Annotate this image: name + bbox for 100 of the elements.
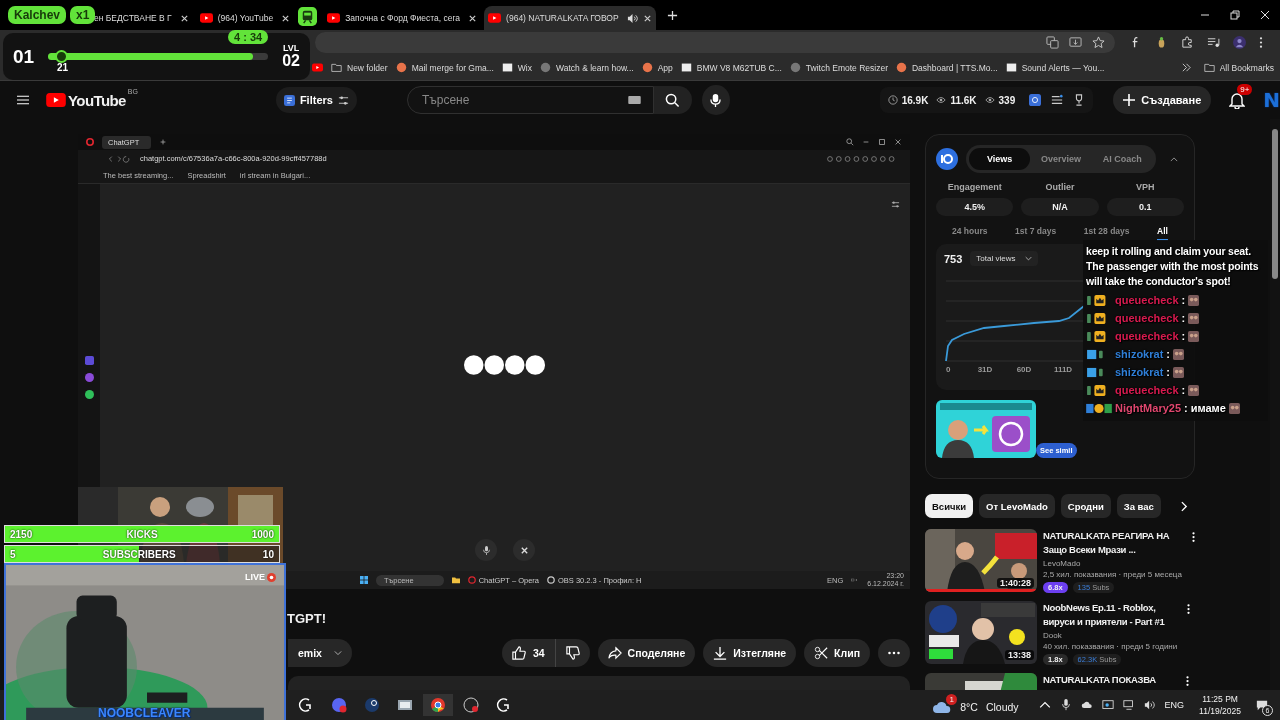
close-icon[interactable] — [642, 13, 652, 23]
monitor-icon[interactable] — [1101, 699, 1114, 711]
menu-icon[interactable] — [1259, 36, 1263, 49]
channel-name[interactable]: LevoMado — [1043, 559, 1182, 568]
voice-search-button[interactable] — [702, 85, 730, 115]
keyboard-icon[interactable] — [627, 96, 641, 104]
restore-icon[interactable] — [878, 138, 886, 146]
like-button[interactable]: 34 — [501, 639, 555, 667]
panel-tab[interactable]: Views — [969, 148, 1031, 170]
filter-chip[interactable]: Сродни — [1060, 494, 1111, 518]
panel-tab[interactable]: AI Coach — [1091, 148, 1153, 170]
bookmark-item[interactable]: Twitch Emote Resizer — [789, 62, 888, 73]
network-icon[interactable] — [1122, 699, 1135, 711]
volume-icon[interactable] — [1143, 699, 1156, 711]
period-tab[interactable]: 1st 7 days — [1015, 226, 1057, 241]
close-icon[interactable] — [468, 13, 478, 23]
create-button[interactable]: Създаване — [1113, 86, 1212, 114]
bookmark-item[interactable]: BMW V8 M62TUB C... — [680, 62, 782, 73]
navigation-icon[interactable] — [106, 154, 132, 163]
whatsapp-icon[interactable] — [84, 390, 94, 399]
more-bookmarks-icon[interactable] — [1180, 62, 1192, 73]
bookmark-item[interactable]: Mail merge for Gma... — [395, 62, 494, 73]
app-icon[interactable] — [397, 697, 413, 713]
chat-username[interactable]: queuecheck — [1115, 294, 1179, 306]
filter-chip[interactable]: От LevoMado — [979, 494, 1055, 518]
chat-username[interactable]: queuecheck — [1115, 330, 1179, 342]
bookmark-item[interactable]: Sound Alerts — You... — [1005, 62, 1105, 73]
close-icon[interactable] — [281, 13, 291, 23]
bookmark-item[interactable]: App — [641, 62, 673, 73]
chevron-up-icon[interactable] — [1038, 699, 1051, 711]
channel-avatar[interactable]: N — [1263, 88, 1280, 112]
obs-icon[interactable] — [463, 697, 479, 713]
translate-icon[interactable] — [1046, 36, 1059, 49]
chat-username[interactable]: shizokrat — [1115, 366, 1164, 378]
period-tab[interactable]: 1st 28 days — [1083, 226, 1130, 241]
search-button[interactable] — [653, 86, 693, 114]
panel-tab[interactable]: Overview — [1030, 148, 1092, 170]
more-icon[interactable] — [1191, 531, 1195, 543]
chrome-icon[interactable] — [423, 694, 453, 716]
bookmark-item[interactable]: Watch & learn how... — [540, 62, 634, 73]
filter-chip[interactable]: За вас — [1116, 494, 1161, 518]
bookmark-item[interactable]: All Bookmarks — [1203, 62, 1274, 73]
cloud-icon[interactable] — [1080, 699, 1093, 711]
video-title[interactable]: NATURALKATA РЕАГИРА НА Защо Всеки Мрази ... — [1043, 529, 1182, 557]
close-button[interactable] — [513, 539, 535, 561]
restore-icon[interactable] — [1230, 10, 1240, 20]
video-title[interactable]: NATURALKATA ПОКАЗВА — [1043, 673, 1176, 687]
collapse-icon[interactable] — [1170, 156, 1178, 162]
close-icon[interactable] — [179, 13, 189, 23]
search-icon[interactable] — [846, 138, 854, 146]
notifications-icon[interactable] — [1229, 91, 1246, 109]
settings-icon[interactable] — [891, 200, 900, 209]
search-field[interactable]: Търсене — [419, 92, 628, 108]
more-icon[interactable] — [1187, 603, 1191, 615]
bookmark-item[interactable]: Dashboard | TTS.Mo... — [896, 62, 998, 73]
more-icon[interactable] — [1186, 675, 1189, 687]
chat-username[interactable]: shizokrat — [1115, 348, 1164, 360]
weather-widget[interactable]: 1 8°C Cloudy — [930, 694, 1021, 716]
channel-name[interactable]: Dook — [1043, 631, 1178, 640]
bookmark-item[interactable]: Wix — [501, 62, 532, 73]
sidebar-app-icon[interactable] — [84, 356, 94, 365]
period-tab[interactable]: 24 hours — [952, 226, 988, 241]
chat-username[interactable]: queuecheck — [1115, 312, 1179, 324]
remix-button[interactable]: emix — [288, 639, 352, 667]
chat-username[interactable]: queuecheck — [1115, 384, 1179, 396]
messenger-icon[interactable] — [84, 373, 94, 382]
chat-username[interactable]: NightMary25 — [1115, 402, 1182, 414]
filter-chip[interactable]: Всички — [925, 494, 974, 518]
video-title[interactable]: NoobNews Ep.11 - Roblox, вируси и приятели - Part #1 — [1043, 601, 1178, 629]
speaker-icon[interactable] — [626, 12, 638, 24]
bookmark-item[interactable]: New folder — [331, 62, 388, 73]
app-icon[interactable] — [496, 697, 512, 713]
microphone-icon[interactable] — [1059, 699, 1072, 711]
install-icon[interactable] — [1069, 36, 1082, 49]
extensions-icon[interactable] — [1181, 36, 1194, 49]
microphone-button[interactable] — [475, 539, 497, 561]
filters-button[interactable]: Filters — [275, 87, 357, 113]
share-button[interactable]: Споделяне — [597, 639, 696, 667]
clip-button[interactable]: Клип — [804, 639, 870, 667]
scrollbar-thumb[interactable] — [1272, 129, 1278, 279]
iq-icon[interactable] — [1029, 94, 1042, 106]
media-icon[interactable] — [1207, 36, 1220, 49]
download-button[interactable]: Изтегляне — [703, 639, 797, 667]
steam-icon[interactable] — [364, 697, 380, 713]
bookmark-star-icon[interactable] — [1092, 36, 1105, 49]
metric-dropdown[interactable]: Total views — [970, 251, 1039, 266]
profile-avatar[interactable] — [1233, 36, 1246, 49]
start-icon[interactable] — [360, 576, 368, 584]
app-icon[interactable] — [298, 697, 314, 713]
browser-tab[interactable]: (964) YouTube — [195, 6, 295, 30]
search-bar[interactable]: Търсене — [406, 86, 654, 114]
folder-icon[interactable] — [451, 576, 460, 584]
language-indicator[interactable]: ENG — [1164, 700, 1185, 710]
browser-tab[interactable]: (964) NATURALKATA ГОВОР — [484, 6, 656, 30]
list-icon[interactable] — [1051, 94, 1064, 106]
browser-tab[interactable]: Започна с Форд Фиеста, сега — [323, 6, 482, 30]
video-icon[interactable] — [312, 62, 323, 73]
clock[interactable]: 11:25 PM 11/19/2025 — [1199, 693, 1241, 717]
browser-tab[interactable]: ен БЕДСТВАНЕ В Г — [93, 6, 193, 30]
menu-icon[interactable] — [17, 94, 30, 106]
